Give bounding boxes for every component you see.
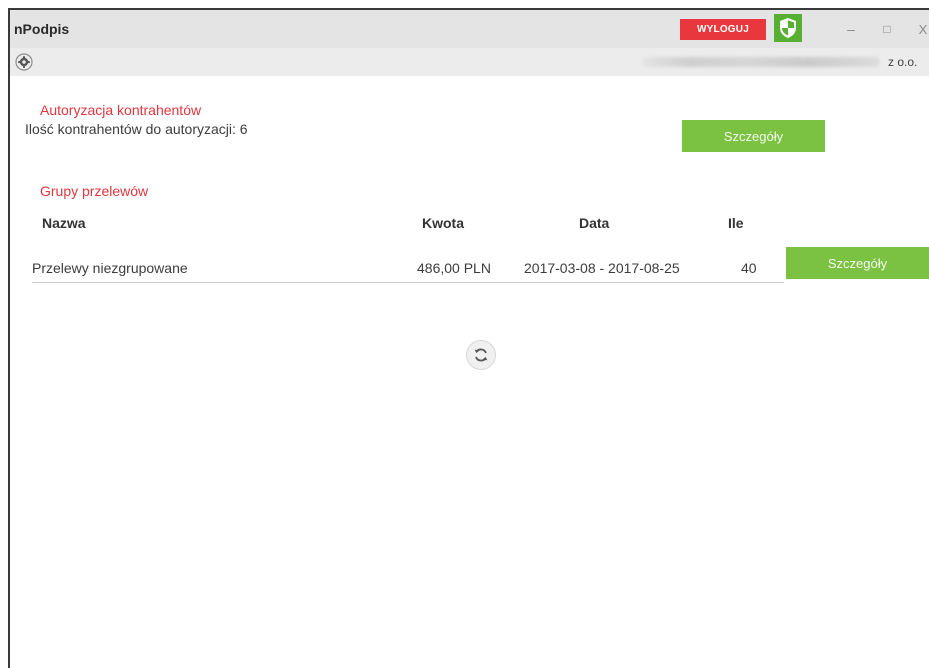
authorization-count: Ilość kontrahentów do autoryzacji: 6 bbox=[25, 121, 248, 137]
column-header-count: Ile bbox=[728, 215, 744, 231]
app-window: nPodpis WYLOGUJ – □ X z o.o. Autoryzacja… bbox=[8, 8, 929, 668]
company-suffix: z o.o. bbox=[888, 55, 918, 69]
logout-button[interactable]: WYLOGUJ bbox=[680, 19, 766, 40]
company-name-redacted bbox=[642, 57, 880, 67]
row-amount: 486,00 PLN bbox=[417, 260, 491, 276]
app-title: nPodpis bbox=[14, 21, 70, 37]
column-header-amount: Kwota bbox=[422, 215, 464, 231]
authorization-title: Autoryzacja kontrahentów bbox=[40, 102, 202, 118]
toolbar: z o.o. bbox=[10, 48, 929, 76]
minimize-button[interactable]: – bbox=[840, 18, 862, 40]
authorization-details-button[interactable]: Szczegóły bbox=[682, 120, 825, 152]
row-divider bbox=[32, 282, 784, 283]
row-details-button[interactable]: Szczegóły bbox=[786, 247, 929, 279]
close-button[interactable]: X bbox=[912, 18, 929, 40]
transfer-groups-title: Grupy przelewów bbox=[40, 183, 149, 199]
title-bar: nPodpis WYLOGUJ – □ X bbox=[10, 10, 929, 48]
column-header-name: Nazwa bbox=[42, 215, 86, 231]
shield-icon[interactable] bbox=[774, 14, 802, 42]
column-header-date: Data bbox=[579, 215, 610, 231]
gear-icon[interactable] bbox=[14, 52, 34, 72]
row-name: Przelewy niezgrupowane bbox=[32, 260, 188, 276]
row-date: 2017-03-08 - 2017-08-25 bbox=[524, 260, 680, 276]
refresh-icon[interactable] bbox=[466, 340, 496, 370]
row-count: 40 bbox=[741, 260, 757, 276]
maximize-button[interactable]: □ bbox=[876, 18, 898, 40]
